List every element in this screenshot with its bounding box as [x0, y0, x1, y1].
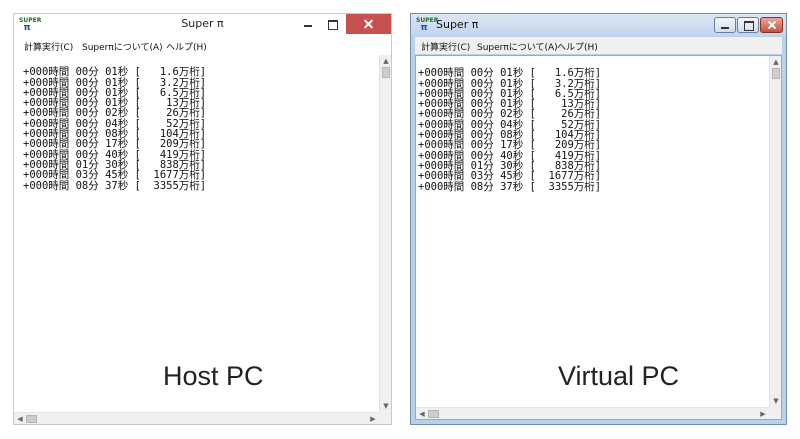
virtual-scroll-corner: [769, 407, 781, 419]
virtual-icon-bottom: π: [420, 23, 428, 33]
close-icon[interactable]: [346, 14, 391, 34]
minimize-icon[interactable]: [297, 14, 319, 34]
scroll-right-arrow-icon[interactable]: ▶: [369, 415, 377, 423]
host-pc-caption: Host PC: [163, 361, 264, 391]
host-vertical-scroll-thumb[interactable]: [382, 67, 390, 78]
super-pi-icon[interactable]: SUPER π: [416, 17, 438, 33]
host-horizontal-scroll-thumb[interactable]: [26, 415, 37, 423]
host-horizontal-scrollbar[interactable]: ◀ ▶: [14, 412, 379, 424]
menu-calculate[interactable]: 計算実行(C): [421, 40, 470, 53]
minimize-icon[interactable]: [714, 17, 736, 33]
host-title-bar[interactable]: SUPER π Super π: [14, 14, 391, 36]
scroll-left-arrow-icon[interactable]: ◀: [16, 415, 24, 423]
maximize-icon[interactable]: [321, 14, 343, 34]
scroll-up-arrow-icon[interactable]: ▲: [772, 58, 780, 66]
scroll-up-arrow-icon[interactable]: ▲: [382, 57, 390, 65]
virtual-horizontal-scrollbar[interactable]: ◀ ▶: [416, 407, 769, 419]
menu-about[interactable]: Superπについて(A): [82, 40, 163, 53]
virtual-title-bar[interactable]: SUPER π Super π: [411, 14, 786, 36]
scroll-left-arrow-icon[interactable]: ◀: [418, 410, 426, 418]
virtual-output-text: +000時間 00分 01秒 [ 1.6万桁] +000時間 00分 01秒 […: [418, 58, 601, 192]
virtual-vertical-scroll-thumb[interactable]: [772, 68, 780, 79]
virtual-horizontal-scroll-thumb[interactable]: [428, 410, 439, 418]
host-output-text: +000時間 00分 01秒 [ 1.6万桁] +000時間 00分 01秒 […: [23, 57, 206, 191]
menu-about[interactable]: Superπについて(A): [477, 40, 558, 53]
menu-help[interactable]: ヘルプ(H): [166, 40, 207, 53]
host-menu-bar: 計算実行(C) Superπについて(A) ヘルプ(H): [14, 37, 391, 54]
virtual-vertical-scrollbar[interactable]: ▲ ▼: [769, 56, 781, 407]
virtual-menu-bar: 計算実行(C) Superπについて(A) ヘルプ(H): [415, 37, 782, 54]
virtual-window-title: Super π: [436, 18, 479, 31]
scroll-down-arrow-icon[interactable]: ▼: [382, 402, 390, 410]
scroll-right-arrow-icon[interactable]: ▶: [759, 410, 767, 418]
maximize-icon[interactable]: [737, 17, 759, 33]
menu-help[interactable]: ヘルプ(H): [557, 40, 598, 53]
output-line: +000時間 08分 37秒 [ 3355万桁]: [418, 180, 602, 193]
host-vertical-scrollbar[interactable]: ▲ ▼: [379, 55, 391, 412]
virtual-pc-caption: Virtual PC: [558, 361, 680, 391]
output-line: +000時間 08分 37秒 [ 3355万桁]: [23, 179, 207, 192]
host-scroll-corner: [379, 412, 391, 424]
menu-calculate[interactable]: 計算実行(C): [24, 40, 73, 53]
scroll-down-arrow-icon[interactable]: ▼: [772, 397, 780, 405]
close-icon[interactable]: [760, 17, 783, 33]
